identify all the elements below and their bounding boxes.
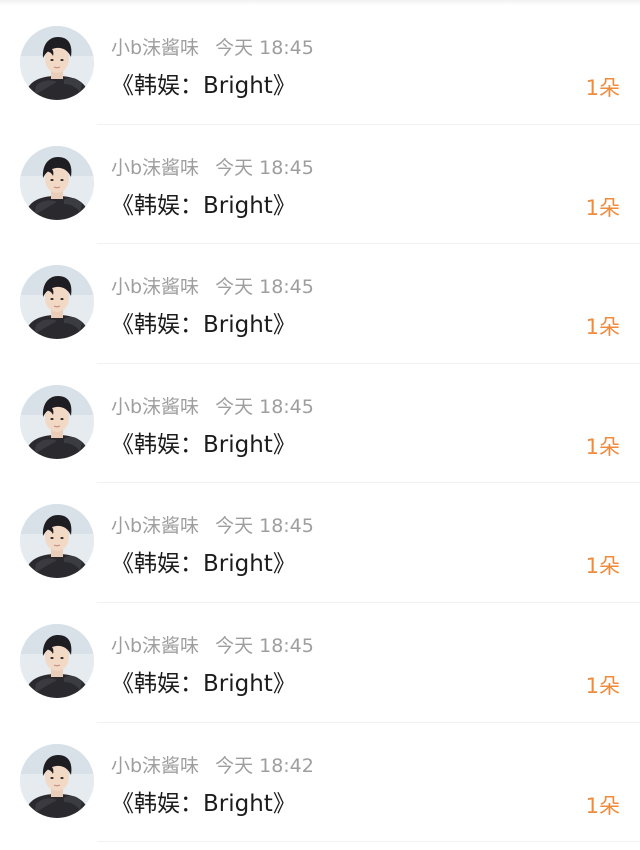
- avatar[interactable]: [20, 743, 94, 818]
- book-title[interactable]: 《韩娱：Bright》: [111, 787, 296, 821]
- avatar[interactable]: [20, 265, 94, 340]
- timestamp: 今天 18:42: [215, 754, 314, 777]
- item-meta: 小b沫酱味 今天 18:42: [111, 753, 314, 779]
- list-item[interactable]: 小b沫酱味 今天 18:45 《韩娱：Bright》 1朵: [0, 5, 640, 125]
- divider: [97, 841, 640, 843]
- user-avatar-photo-icon: [20, 504, 94, 579]
- avatar[interactable]: [20, 26, 94, 100]
- username[interactable]: 小b沫酱味: [111, 276, 199, 298]
- avatar[interactable]: [20, 384, 94, 459]
- timestamp: 今天 18:45: [215, 156, 314, 179]
- avatar[interactable]: [20, 504, 94, 579]
- username[interactable]: 小b沫酱味: [111, 755, 199, 777]
- list-item[interactable]: 小b沫酱味 今天 18:45 《韩娱：Bright》 1朵: [0, 364, 640, 484]
- book-title[interactable]: 《韩娱：Bright》: [111, 69, 296, 103]
- book-title[interactable]: 《韩娱：Bright》: [111, 667, 296, 701]
- timestamp: 今天 18:45: [215, 276, 314, 299]
- item-meta: 小b沫酱味 今天 18:45: [111, 513, 314, 539]
- item-meta: 小b沫酱味 今天 18:45: [111, 35, 314, 61]
- user-avatar-photo-icon: [20, 145, 94, 220]
- username[interactable]: 小b沫酱味: [111, 515, 199, 537]
- item-meta: 小b沫酱味 今天 18:45: [111, 155, 314, 181]
- list-item[interactable]: 小b沫酱味 今天 18:45 《韩娱：Bright》 1朵: [0, 603, 640, 723]
- user-avatar-photo-icon: [20, 384, 94, 459]
- avatar[interactable]: [20, 623, 94, 698]
- username[interactable]: 小b沫酱味: [111, 37, 199, 59]
- gift-amount: 1朵: [585, 673, 620, 698]
- item-meta: 小b沫酱味 今天 18:45: [111, 633, 314, 659]
- book-title[interactable]: 《韩娱：Bright》: [111, 547, 296, 581]
- username[interactable]: 小b沫酱味: [111, 635, 199, 657]
- book-title[interactable]: 《韩娱：Bright》: [111, 189, 296, 223]
- user-avatar-photo-icon: [20, 265, 94, 340]
- timestamp: 今天 18:45: [215, 395, 314, 418]
- timestamp: 今天 18:45: [215, 515, 314, 538]
- list-item[interactable]: 小b沫酱味 今天 18:45 《韩娱：Bright》 1朵: [0, 483, 640, 603]
- gift-record-page: 小b沫酱味 今天 18:45 《韩娱：Bright》 1朵 小b沫酱味 今天 18:…: [0, 0, 640, 850]
- username[interactable]: 小b沫酱味: [111, 157, 199, 179]
- gift-amount: 1朵: [585, 554, 620, 579]
- timestamp: 今天 18:45: [215, 37, 314, 59]
- book-title[interactable]: 《韩娱：Bright》: [111, 308, 296, 342]
- timestamp: 今天 18:45: [215, 634, 314, 657]
- user-avatar-photo-icon: [20, 26, 94, 100]
- gift-amount: 1朵: [585, 76, 620, 100]
- user-avatar-photo-icon: [20, 743, 94, 818]
- item-meta: 小b沫酱味 今天 18:45: [111, 274, 314, 300]
- message-list: 小b沫酱味 今天 18:45 《韩娱：Bright》 1朵 小b沫酱味 今天 18:…: [0, 5, 640, 843]
- username[interactable]: 小b沫酱味: [111, 396, 199, 418]
- list-item[interactable]: 小b沫酱味 今天 18:42 《韩娱：Bright》 1朵: [0, 723, 640, 843]
- list-item[interactable]: 小b沫酱味 今天 18:45 《韩娱：Bright》 1朵: [0, 244, 640, 364]
- gift-amount: 1朵: [585, 434, 620, 459]
- gift-amount: 1朵: [585, 315, 620, 340]
- gift-amount: 1朵: [585, 793, 620, 818]
- item-meta: 小b沫酱味 今天 18:45: [111, 394, 314, 420]
- user-avatar-photo-icon: [20, 623, 94, 698]
- gift-amount: 1朵: [585, 195, 620, 220]
- book-title[interactable]: 《韩娱：Bright》: [111, 428, 296, 462]
- list-item[interactable]: 小b沫酱味 今天 18:45 《韩娱：Bright》 1朵: [0, 125, 640, 245]
- avatar[interactable]: [20, 145, 94, 220]
